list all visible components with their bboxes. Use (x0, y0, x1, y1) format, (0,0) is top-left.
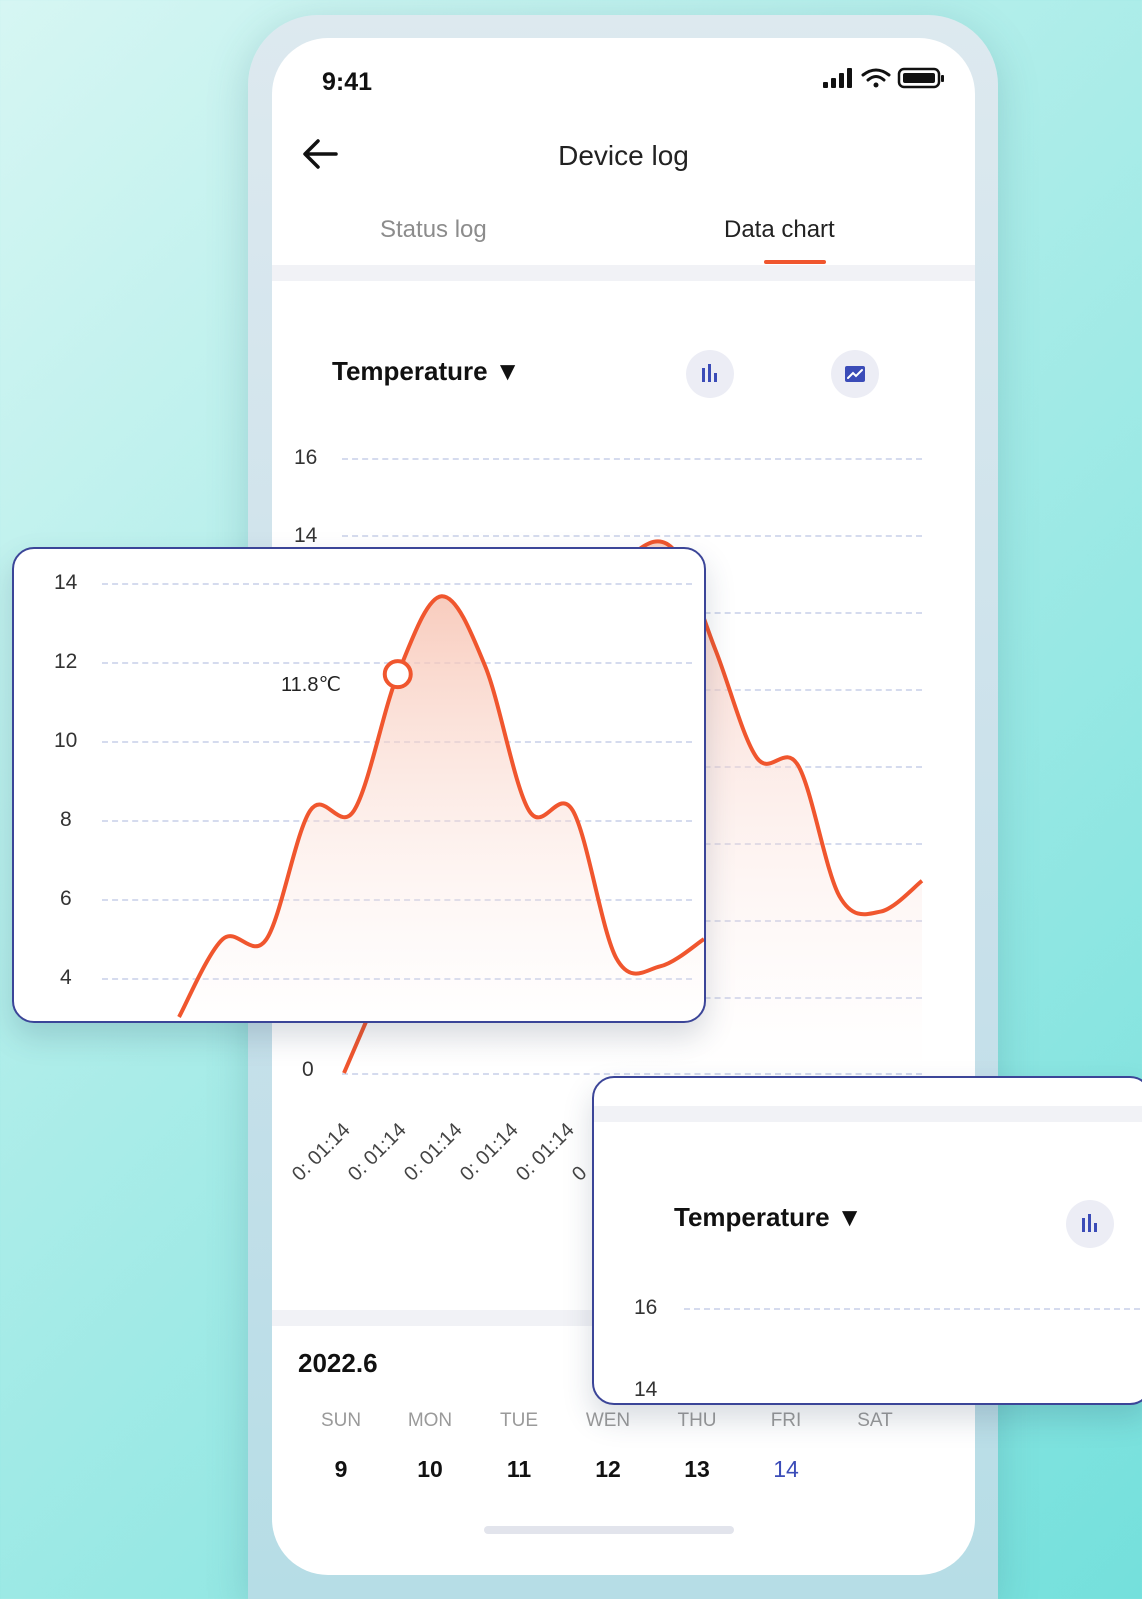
y-tick-label: 14 (634, 1378, 658, 1401)
day-number: 11 (506, 1456, 532, 1482)
day-number: 15 (862, 1456, 888, 1482)
calendar-day[interactable]: 9 (311, 1442, 371, 1496)
day-number: 12 (595, 1456, 621, 1482)
day-name-sat: SAT (857, 1410, 893, 1431)
day-name-sun: SUN (320, 1410, 362, 1431)
x-tick-label: 0 (568, 1162, 592, 1186)
metric-dropdown[interactable]: Temperature ▼ (674, 1202, 863, 1233)
bar-chart-icon (1082, 1214, 1097, 1232)
day-name-fri: FRI (770, 1410, 802, 1431)
day-number: 14 (773, 1456, 799, 1482)
calendar-day-selected[interactable]: 15 (845, 1442, 905, 1496)
day-name-tue: TUE (500, 1410, 538, 1431)
tooltip-value: 11.8℃ (281, 674, 341, 696)
calendar-day[interactable]: 13 (667, 1442, 727, 1496)
calendar-month: 2022.6 (298, 1348, 378, 1378)
zoomed-chart-plot (177, 594, 704, 1021)
zoomed-header-card: Temperature ▼ 16 14 (592, 1076, 1142, 1405)
day-number: 10 (417, 1456, 443, 1482)
day-number: 9 (334, 1456, 348, 1482)
bar-chart-button[interactable] (1066, 1200, 1114, 1248)
data-point-marker[interactable] (382, 659, 413, 690)
calendar-day[interactable]: 12 (578, 1442, 638, 1496)
day-name-thu: THU (677, 1410, 717, 1431)
day-number: 13 (684, 1456, 710, 1482)
zoomed-chart-card: 14 12 10 8 6 4 11.8℃ (12, 547, 706, 1023)
calendar-day[interactable]: 10 (400, 1442, 460, 1496)
home-indicator[interactable] (484, 1526, 734, 1534)
day-name-wen: WEN (585, 1410, 631, 1431)
calendar-day-today[interactable]: 14 (756, 1442, 816, 1496)
series-area (179, 596, 704, 1021)
y-tick-label: 16 (634, 1296, 658, 1319)
grid-line (684, 1308, 1142, 1310)
calendar-day[interactable]: 11 (489, 1442, 549, 1496)
section-divider (594, 1106, 1142, 1122)
day-name-mon: MON (407, 1410, 453, 1431)
